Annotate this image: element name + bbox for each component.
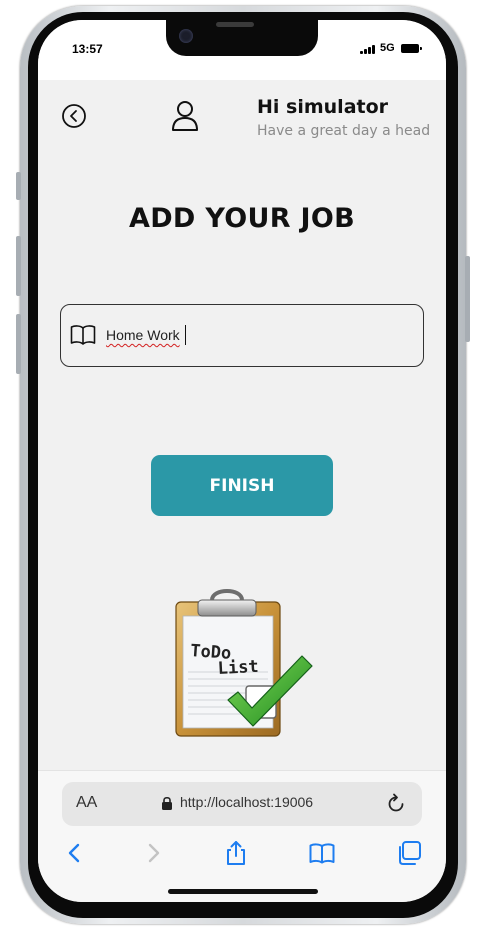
network-type: 5G <box>380 42 395 54</box>
todo-list-clipboard-image: ToDo List <box>175 589 313 737</box>
finish-button[interactable]: FINISH <box>151 455 333 516</box>
home-indicator <box>168 889 318 894</box>
open-book-icon <box>70 325 96 345</box>
person-outline-icon <box>172 101 198 131</box>
power-button <box>465 256 470 342</box>
status-bar: 13:57 5G <box>38 20 446 80</box>
bookmarks-icon[interactable] <box>308 839 336 867</box>
job-input-value: Home Work <box>106 327 180 343</box>
reload-button[interactable] <box>385 793 407 815</box>
status-time: 13:57 <box>72 42 103 56</box>
lock-icon <box>162 796 172 810</box>
text-caret <box>185 325 186 345</box>
speaker-grille <box>216 22 254 27</box>
greeting-subtitle: Have a great day a head <box>257 123 431 139</box>
url-text[interactable]: http://localhost:19006 <box>180 794 313 810</box>
back-arrow-icon[interactable] <box>61 839 89 867</box>
tabs-icon[interactable] <box>395 839 423 867</box>
reload-icon <box>388 793 404 812</box>
forward-arrow-icon[interactable] <box>139 839 167 867</box>
share-icon[interactable] <box>222 839 250 867</box>
greeting-title: Hi simulator <box>257 96 389 118</box>
back-button[interactable] <box>62 104 86 128</box>
browser-toolbar: AA http://localhost:19006 <box>38 770 446 902</box>
page-title: ADD YOUR JOB <box>129 203 355 234</box>
circle-chevron-left-icon <box>62 104 86 128</box>
job-input-field[interactable]: Home Work <box>60 304 424 367</box>
text-size-button[interactable]: AA <box>76 794 97 812</box>
address-bar[interactable]: AA http://localhost:19006 <box>62 782 422 826</box>
notch <box>166 20 318 56</box>
app-screen: 13:57 5G Hi simulator Have a great day a… <box>38 20 446 902</box>
front-camera <box>179 29 193 43</box>
user-avatar-button[interactable] <box>171 100 199 132</box>
illustration-text-line2: List <box>217 657 259 679</box>
battery-icon <box>401 44 422 53</box>
mute-switch <box>16 172 21 200</box>
volume-down-button <box>16 314 21 374</box>
volume-up-button <box>16 236 21 296</box>
signal-icon <box>360 45 376 54</box>
